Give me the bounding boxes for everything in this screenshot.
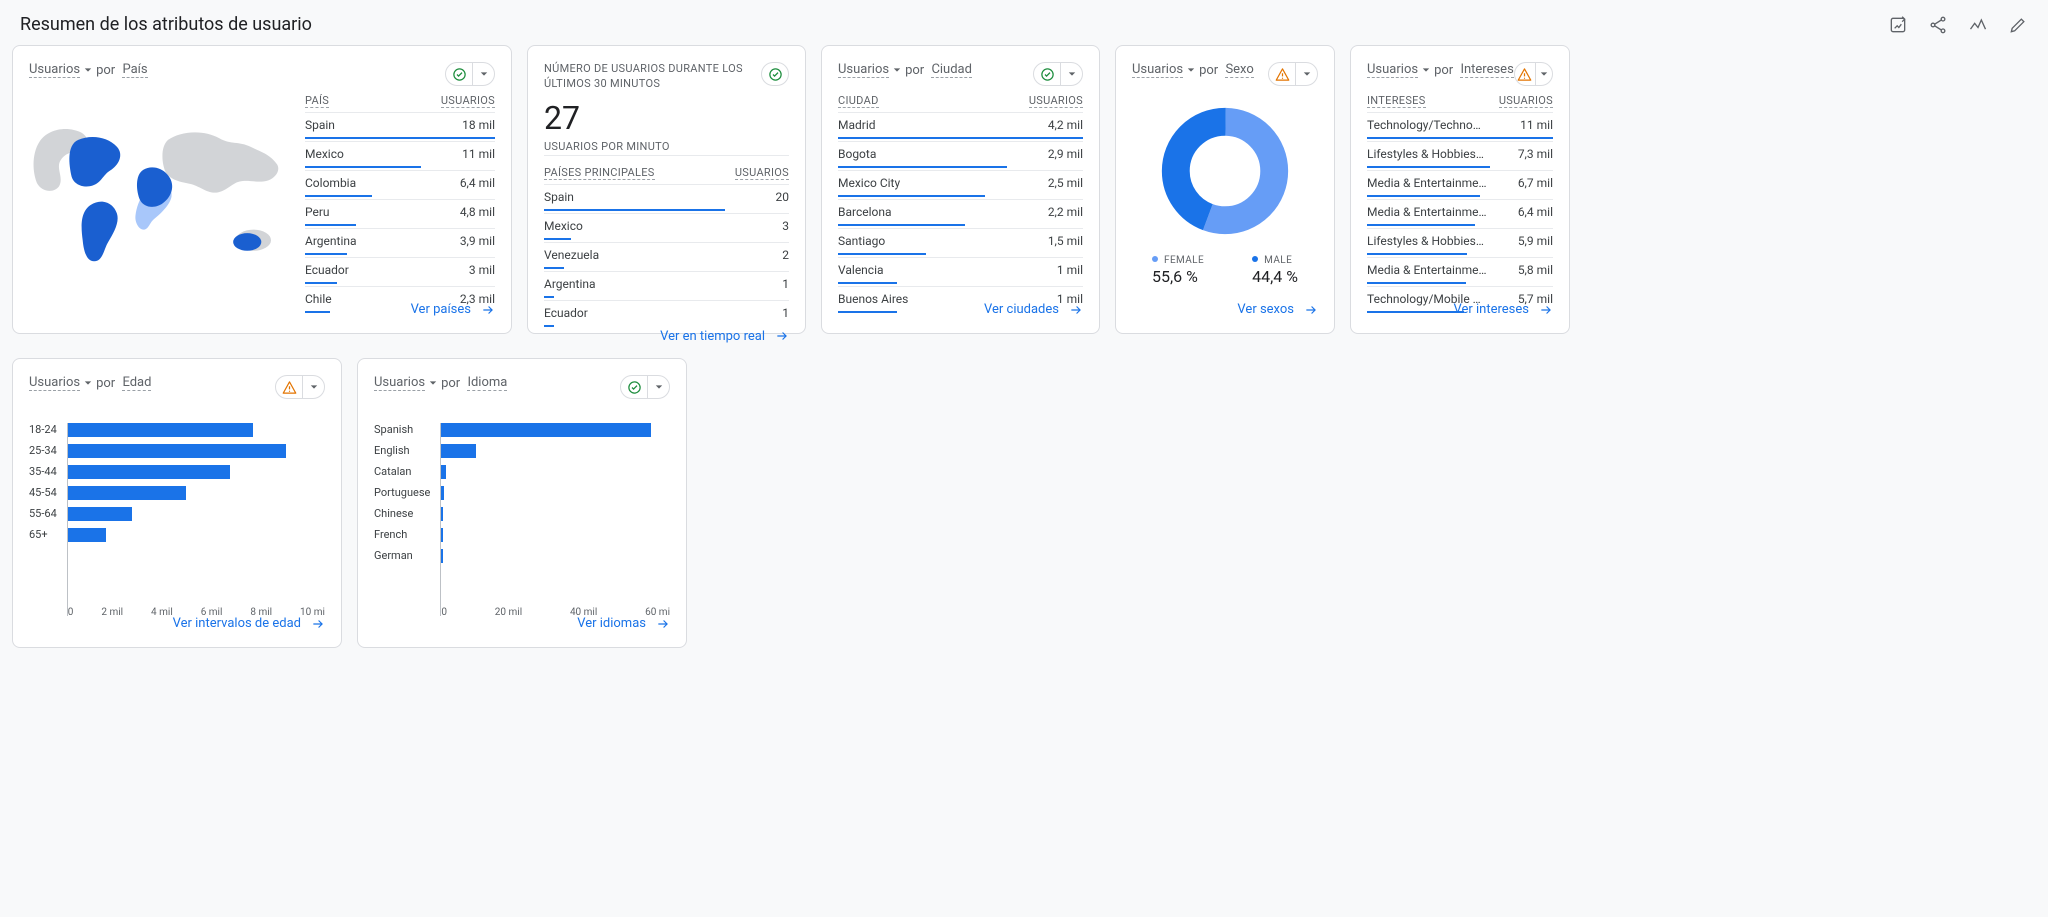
realtime-title: NÚMERO DE USUARIOS DURANTE LOS ÚLTIMOS 3… — [544, 62, 761, 92]
chevron-down-icon — [1535, 63, 1552, 85]
realtime-value: 27 — [544, 102, 789, 134]
card-users-by-sex: Usuarios por Sexo FEMALE — [1115, 45, 1335, 334]
chevron-down-icon — [84, 376, 92, 391]
status-chip[interactable] — [275, 375, 325, 399]
table-row: Technology/Technop…11 mil — [1367, 112, 1553, 141]
sex-legend: FEMALE 55,6 % MALE 44,4 % — [1132, 248, 1318, 286]
table-row: Mexico City2,5 mil — [838, 170, 1083, 199]
card-realtime: NÚMERO DE USUARIOS DURANTE LOS ÚLTIMOS 3… — [527, 45, 806, 334]
check-circle-icon — [1034, 63, 1060, 85]
table-row: Media & Entertainme…6,7 mil — [1367, 170, 1553, 199]
table-row: Technology/Mobile E…5,7 mil — [1367, 286, 1553, 315]
table-row: Madrid4,2 mil — [838, 112, 1083, 141]
check-circle-icon — [762, 63, 788, 85]
users-per-minute-chart — [544, 155, 789, 156]
table-row: Mexico11 mil — [305, 141, 495, 170]
status-chip[interactable] — [620, 375, 670, 399]
city-table: CIUDADUSUARIOS Madrid4,2 milBogota2,9 mi… — [838, 90, 1083, 302]
table-row: Santiago1,5 mil — [838, 228, 1083, 257]
card-users-by-city: Usuarios por Ciudad CIUDADUSUARIOS Madri… — [821, 45, 1100, 334]
dim-interests[interactable]: Intereses — [1460, 62, 1513, 78]
country-table: PAÍSUSUARIOS Spain18 milMexico11 milColo… — [305, 90, 495, 302]
chevron-down-icon — [302, 376, 324, 398]
chevron-down-icon — [1422, 63, 1430, 78]
customize-icon[interactable] — [1888, 15, 1908, 35]
table-row: Valencia1 mil — [838, 257, 1083, 286]
view-languages-link[interactable]: Ver idiomas — [577, 616, 670, 631]
age-bar-chart: 18-2425-3435-4445-5455-6465+ 02 mil4 mil… — [29, 403, 325, 616]
card-users-by-language: Usuarios por Idioma SpanishEnglishCatala… — [357, 358, 687, 648]
table-row: Ecuador1 — [544, 300, 789, 329]
header-actions — [1888, 15, 2028, 35]
page-title: Resumen de los atributos de usuario — [20, 14, 312, 35]
status-chip[interactable] — [1268, 62, 1318, 86]
view-sexes-link[interactable]: Ver sexos — [1237, 302, 1318, 317]
dim-country[interactable]: País — [122, 62, 147, 78]
table-row: Media & Entertainme…5,8 mil — [1367, 257, 1553, 286]
chevron-down-icon — [1060, 63, 1082, 85]
table-row: Lifestyles & Hobbies…5,9 mil — [1367, 228, 1553, 257]
dim-city[interactable]: Ciudad — [931, 62, 972, 78]
dim-sex[interactable]: Sexo — [1225, 62, 1253, 78]
status-chip[interactable] — [445, 62, 495, 86]
table-row: Buenos Aires1 mil — [838, 286, 1083, 315]
metric-users[interactable]: Usuarios — [1367, 62, 1418, 78]
table-row: Barcelona2,2 mil — [838, 199, 1083, 228]
chevron-down-icon — [429, 376, 437, 391]
table-row: Argentina1 — [544, 271, 789, 300]
metric-users[interactable]: Usuarios — [1132, 62, 1183, 78]
table-row: Media & Entertainme…6,4 mil — [1367, 199, 1553, 228]
share-icon[interactable] — [1928, 15, 1948, 35]
chevron-down-icon — [893, 63, 901, 78]
page-header: Resumen de los atributos de usuario — [12, 14, 2036, 45]
metric-users[interactable]: Usuarios — [838, 62, 889, 78]
chevron-down-icon — [1187, 63, 1195, 78]
table-row: Mexico3 — [544, 213, 789, 242]
chevron-down-icon — [1295, 63, 1317, 85]
table-row: Spain18 mil — [305, 112, 495, 141]
warning-icon — [1515, 63, 1535, 85]
warning-icon — [276, 376, 302, 398]
interests-table: INTERESESUSUARIOS Technology/Technop…11 … — [1367, 90, 1553, 302]
table-row: Chile2,3 mil — [305, 286, 495, 315]
check-circle-icon — [621, 376, 647, 398]
chevron-down-icon — [647, 376, 669, 398]
metric-users[interactable]: Usuarios — [374, 375, 425, 391]
card-users-by-country: Usuarios por País — [12, 45, 512, 334]
edit-icon[interactable] — [2008, 15, 2028, 35]
table-row: Colombia6,4 mil — [305, 170, 495, 199]
metric-users[interactable]: Usuarios — [29, 375, 80, 391]
view-ages-link[interactable]: Ver intervalos de edad — [173, 616, 325, 631]
insights-icon[interactable] — [1968, 15, 1988, 35]
table-row: Spain20 — [544, 184, 789, 213]
world-map — [29, 90, 293, 302]
status-chip[interactable] — [1033, 62, 1083, 86]
metric-users[interactable]: Usuarios — [29, 62, 80, 78]
status-chip[interactable] — [761, 62, 789, 86]
card-users-by-age: Usuarios por Edad 18-2425-3435-4445-5455… — [12, 358, 342, 648]
table-row: Bogota2,9 mil — [838, 141, 1083, 170]
check-circle-icon — [446, 63, 472, 85]
chevron-down-icon — [84, 63, 92, 78]
sex-donut-chart — [1160, 106, 1290, 236]
table-row: Ecuador3 mil — [305, 257, 495, 286]
chevron-down-icon — [472, 63, 494, 85]
dim-language[interactable]: Idioma — [467, 375, 507, 391]
table-row: Peru4,8 mil — [305, 199, 495, 228]
table-row: Argentina3,9 mil — [305, 228, 495, 257]
warning-icon — [1269, 63, 1295, 85]
view-realtime-link[interactable]: Ver en tiempo real — [660, 329, 789, 344]
dim-age[interactable]: Edad — [122, 375, 151, 391]
table-row: Venezuela2 — [544, 242, 789, 271]
status-chip[interactable] — [1514, 62, 1553, 86]
lang-bar-chart: SpanishEnglishCatalanPortugueseChineseFr… — [374, 403, 670, 616]
card-users-by-interests: Usuarios por Intereses INTERESESUSUARIOS… — [1350, 45, 1570, 334]
table-row: Lifestyles & Hobbies…7,3 mil — [1367, 141, 1553, 170]
